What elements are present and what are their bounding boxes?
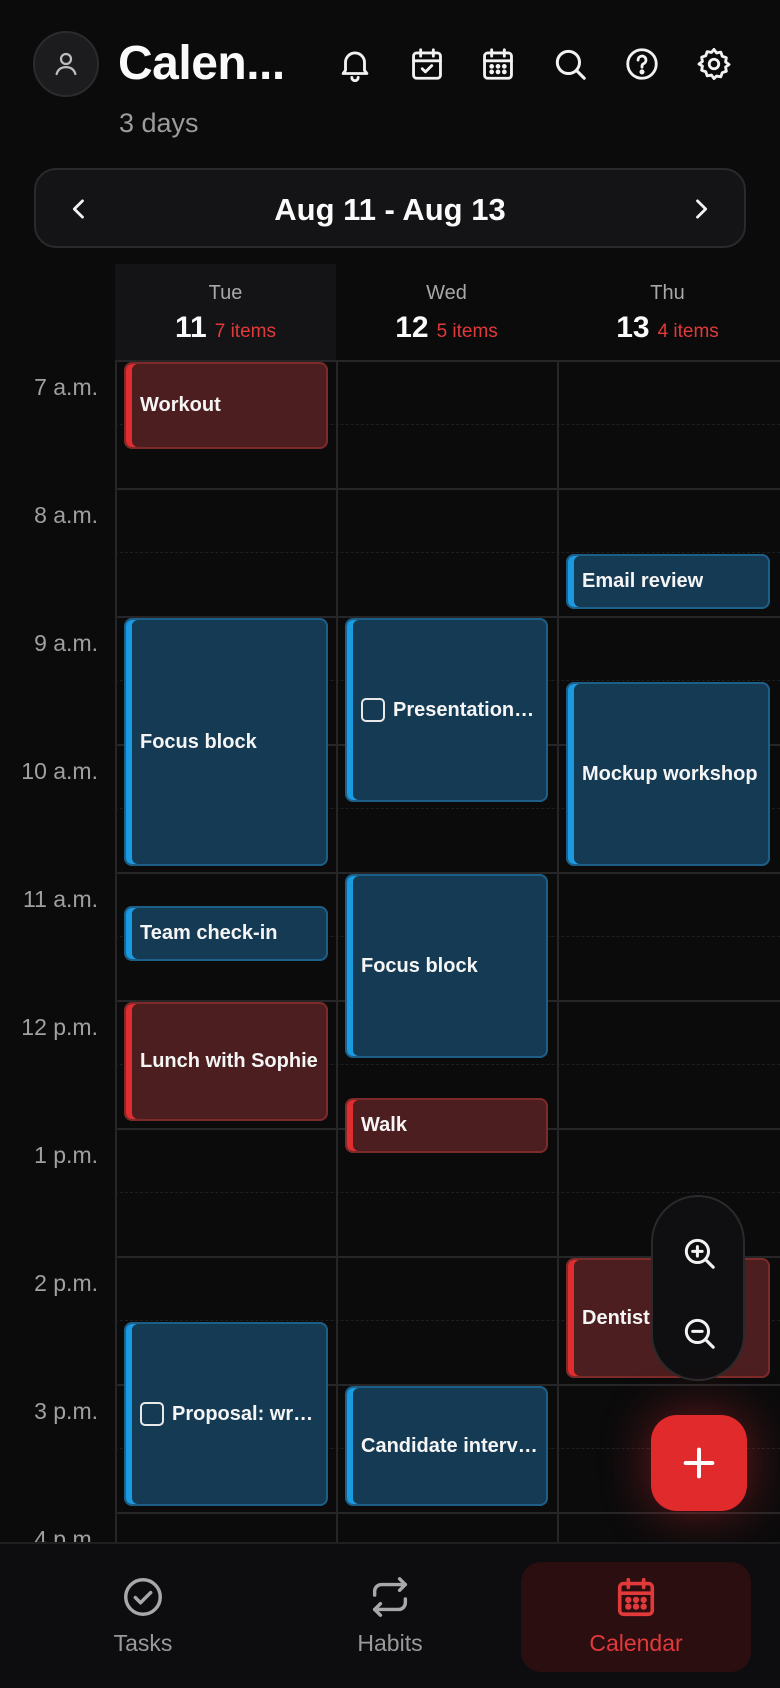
user-icon: [55, 52, 77, 76]
bell-icon: [341, 51, 369, 82]
event-title: Workout: [140, 394, 221, 416]
search-icon: [555, 49, 586, 80]
plus-icon: [683, 1447, 715, 1479]
event-mockup-workshop[interactable]: Mockup workshop: [566, 682, 770, 866]
day-header-wed[interactable]: Wed 12 5 items: [336, 264, 557, 360]
bottom-navigation: Tasks Habits Calendar: [0, 1542, 780, 1688]
date-range-label: Aug 11 - Aug 13: [274, 192, 506, 227]
hour-line: [115, 1512, 780, 1514]
avatar[interactable]: [33, 31, 99, 97]
hour-line: [115, 488, 780, 490]
today-button[interactable]: [401, 38, 453, 90]
time-label: 1 p.m.: [34, 1142, 98, 1168]
half-hour-line: [115, 1192, 780, 1193]
calendar-icon: [617, 1577, 655, 1617]
event-title: Proposal: writi...: [172, 1402, 318, 1425]
day-number: 12: [395, 311, 429, 344]
time-label: 2 p.m.: [34, 1270, 98, 1296]
notifications-button[interactable]: [329, 38, 381, 90]
zoom-controls: [651, 1195, 745, 1381]
task-checkbox[interactable]: [361, 698, 385, 722]
event-workout[interactable]: Workout: [124, 362, 328, 449]
time-label: 10 a.m.: [21, 758, 98, 784]
day-number: 13: [616, 311, 650, 344]
time-label: 7 a.m.: [34, 374, 98, 400]
zoom-in-icon: [684, 1238, 715, 1269]
check-circle-icon: [124, 1578, 162, 1616]
event-title: Presentation t...: [393, 698, 538, 721]
day-name: Thu: [650, 282, 685, 304]
event-title: Mockup workshop: [582, 762, 758, 785]
event-title: Walk: [361, 1114, 407, 1136]
event-walk[interactable]: Walk: [345, 1098, 548, 1153]
day-item-count: 7 items: [214, 321, 276, 342]
time-label: 12 p.m.: [21, 1014, 98, 1040]
time-label: 3 p.m.: [34, 1398, 98, 1424]
calendar-check-icon: [412, 48, 442, 80]
day-item-count: 4 items: [657, 321, 719, 342]
day-name: Tue: [208, 282, 243, 304]
event-title: Email review: [582, 570, 704, 592]
nav-label: Habits: [357, 1630, 423, 1656]
zoom-out-button[interactable]: [673, 1307, 725, 1359]
event-title: Focus block: [361, 954, 478, 977]
day-header-tue[interactable]: Tue 11 7 items: [115, 264, 336, 360]
day-number: 11: [175, 311, 207, 344]
column-divider: [115, 360, 117, 1542]
half-hour-line: [115, 552, 780, 553]
column-divider: [336, 360, 338, 1542]
event-presentation[interactable]: Presentation t...: [345, 618, 548, 802]
calendar-grid-icon: [483, 48, 513, 80]
event-title: Team check-in: [140, 922, 278, 944]
calendar-view-button[interactable]: [472, 38, 524, 90]
nav-label: Calendar: [589, 1630, 683, 1656]
next-range-button[interactable]: [676, 184, 726, 234]
event-proposal-writing[interactable]: Proposal: writi...: [124, 1322, 328, 1506]
time-label: 4 p.m.: [34, 1526, 98, 1542]
day-item-count: 5 items: [436, 321, 498, 342]
event-email-review[interactable]: Email review: [566, 554, 770, 609]
event-team-check-in[interactable]: Team check-in: [124, 906, 328, 961]
day-name: Wed: [426, 282, 467, 304]
column-divider: [557, 360, 559, 1542]
gear-icon: [697, 48, 731, 80]
zoom-in-button[interactable]: [673, 1227, 725, 1279]
chevron-right-icon: [696, 199, 708, 219]
settings-button[interactable]: [688, 38, 740, 90]
event-title: Candidate intervi...: [361, 1434, 538, 1457]
event-lunch-with-sophie[interactable]: Lunch with Sophie: [124, 1002, 328, 1121]
time-label: 9 a.m.: [34, 630, 98, 656]
event-focus-block[interactable]: Focus block: [345, 874, 548, 1058]
help-icon: [626, 48, 658, 80]
search-button[interactable]: [544, 38, 596, 90]
nav-tasks[interactable]: Tasks: [28, 1562, 258, 1672]
time-label: 8 a.m.: [34, 502, 98, 528]
page-subtitle: 3 days: [119, 108, 199, 138]
nav-habits[interactable]: Habits: [275, 1562, 505, 1672]
help-button[interactable]: [616, 38, 668, 90]
event-title: Dentist: [582, 1306, 650, 1329]
date-range-bar: Aug 11 - Aug 13: [34, 168, 746, 248]
event-focus-block[interactable]: Focus block: [124, 618, 328, 866]
task-checkbox[interactable]: [140, 1402, 164, 1426]
event-candidate-interview[interactable]: Candidate intervi...: [345, 1386, 548, 1506]
day-header-thu[interactable]: Thu 13 4 items: [557, 264, 778, 360]
page-title: Calen...: [118, 37, 285, 90]
nav-calendar[interactable]: Calendar: [521, 1562, 751, 1672]
add-event-button[interactable]: [651, 1415, 747, 1511]
nav-label: Tasks: [113, 1630, 173, 1656]
event-title: Lunch with Sophie: [140, 1050, 318, 1072]
repeat-icon: [372, 1577, 408, 1617]
time-label: 11 a.m.: [23, 886, 98, 912]
zoom-out-icon: [684, 1318, 715, 1349]
event-title: Focus block: [140, 730, 257, 753]
